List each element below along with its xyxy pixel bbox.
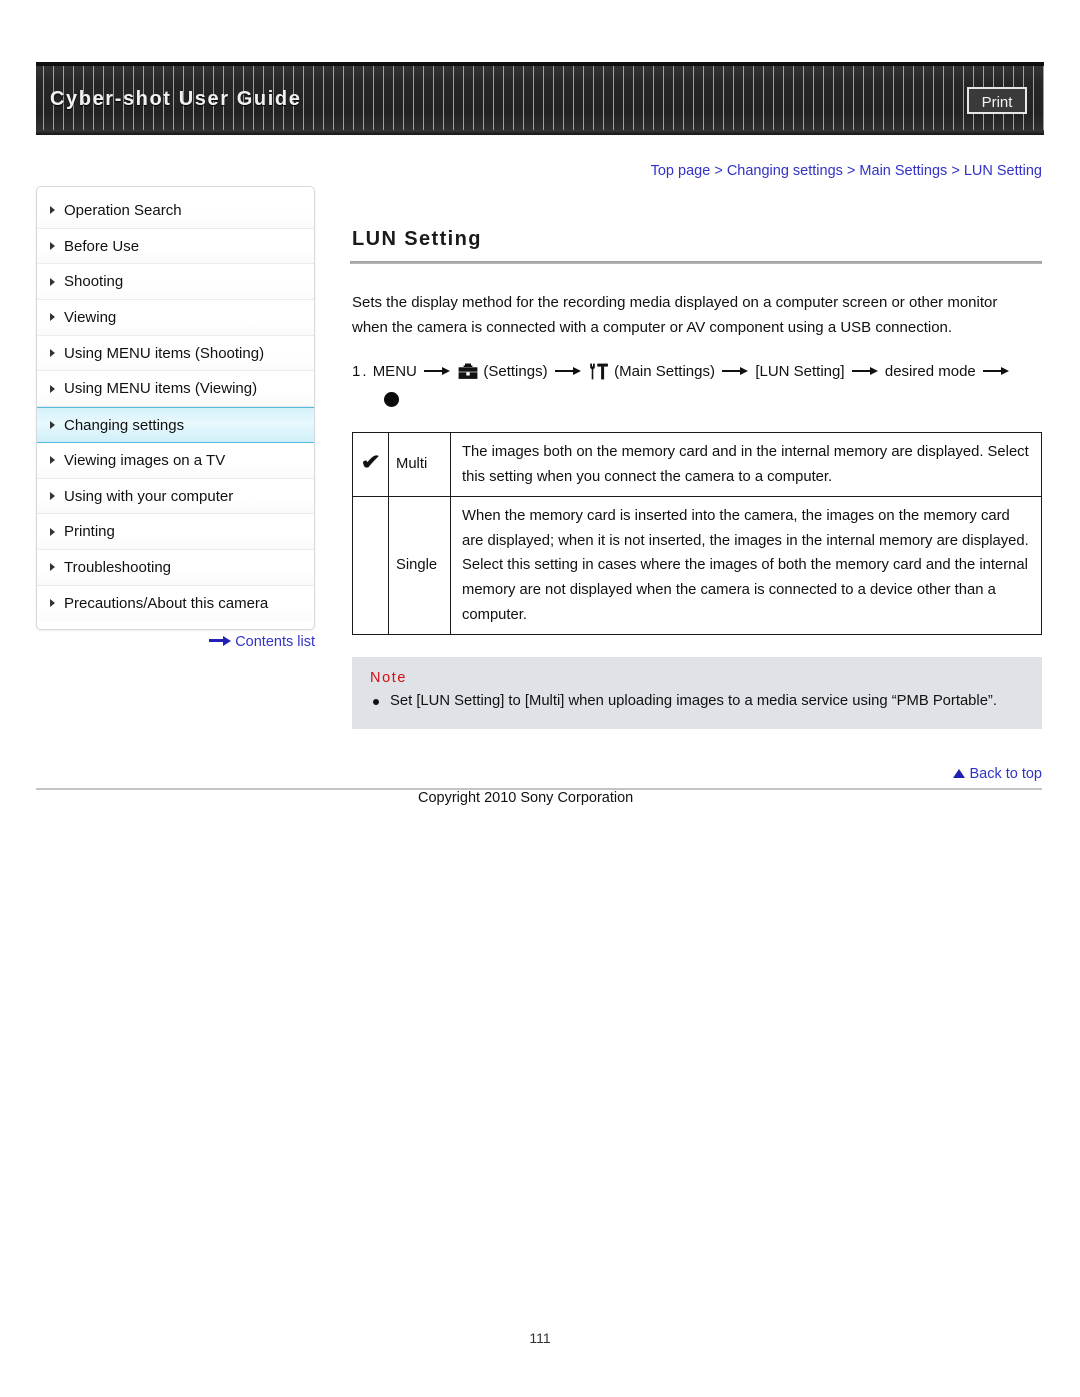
triangle-bullet-icon [50, 420, 55, 429]
toolbox-icon [458, 362, 478, 390]
sidebar-item-using-with-your-computer[interactable]: Using with your computer [37, 478, 314, 515]
table-row: ✔ Multi The images both on the memory ca… [352, 431, 1042, 498]
checkmark-icon: ✔ [360, 450, 381, 474]
intro-paragraph: Sets the display method for the recordin… [352, 294, 998, 336]
breadcrumb-separator: > [846, 163, 856, 179]
copyright-text: Copyright 2010 Sony Corporation [418, 790, 634, 806]
sidebar-item-changing-settings[interactable]: Changing settings [37, 407, 314, 443]
note-title: Note [370, 670, 408, 687]
right-arrow-icon [722, 365, 749, 377]
triangle-bullet-icon [50, 527, 55, 536]
sidebar-item-before-use[interactable]: Before Use [37, 228, 314, 265]
desired-mode-label: desired mode [884, 363, 976, 380]
sidebar-item-label: Using with your computer [64, 487, 234, 505]
step-end-row [384, 390, 1042, 412]
breadcrumb: Top page > Changing settings > Main Sett… [350, 163, 1042, 179]
breadcrumb-item-changing-settings[interactable]: Changing settings [727, 163, 843, 179]
triangle-bullet-icon [50, 349, 55, 358]
back-to-top-label: Back to top [969, 766, 1042, 782]
right-arrow-icon [982, 365, 1009, 377]
sidebar-item-viewing-images-on-a-tv[interactable]: Viewing images on a TV [37, 442, 314, 479]
main-settings-label: (Main Settings) [614, 363, 715, 380]
sidebar-item-label: Precautions/About this camera [64, 594, 269, 612]
print-button[interactable]: Print [967, 87, 1027, 114]
header-banner: Cyber-shot User Guide Print [36, 62, 1044, 135]
option-name: Multi [388, 431, 451, 498]
triangle-bullet-icon [50, 563, 55, 572]
note-box: Note Set [LUN Setting] to [Multi] when u… [352, 657, 1042, 730]
settings-label: (Settings) [483, 363, 548, 380]
triangle-bullet-icon [50, 277, 55, 286]
triangle-bullet-icon [50, 491, 55, 500]
sidebar-item-label: Viewing [64, 309, 117, 327]
main-content: LUN Setting Sets the display method for … [350, 228, 1042, 730]
sidebar-item-using-menu-items-shooting[interactable]: Using MENU items (Shooting) [37, 335, 314, 372]
sidebar-item-label: Viewing images on a TV [64, 451, 226, 469]
right-arrow-icon [424, 365, 451, 377]
breadcrumb-separator: > [951, 163, 960, 179]
sidebar-item-label: Using MENU items (Shooting) [64, 344, 265, 362]
sidebar-item-label: Operation Search [64, 202, 182, 219]
sidebar-item-troubleshooting[interactable]: Troubleshooting [37, 549, 314, 586]
note-list: Set [LUN Setting] to [Multi] when upload… [368, 690, 1026, 713]
breadcrumb-item-top-page[interactable]: Top page [651, 163, 711, 179]
wrench-screwdriver-icon [589, 362, 609, 390]
right-arrow-icon [851, 365, 878, 377]
triangle-bullet-icon [50, 242, 55, 251]
sidebar-item-label: Troubleshooting [64, 558, 172, 576]
table-row: Single When the memory card is inserted … [352, 496, 1042, 636]
sidebar-item-viewing[interactable]: Viewing [37, 300, 314, 336]
guide-title: Cyber-shot User Guide [50, 88, 302, 110]
sidebar-item-precautions-about-this-camera[interactable]: Precautions/About this camera [37, 585, 314, 622]
page-title: LUN Setting [352, 228, 482, 250]
default-check-cell: ✔ [352, 431, 389, 498]
filled-circle-icon [384, 392, 399, 407]
triangle-bullet-icon [50, 206, 55, 215]
heading-divider [350, 261, 1042, 264]
triangle-bullet-icon [50, 456, 55, 465]
step-number: 1. [352, 363, 369, 380]
triangle-bullet-icon [50, 384, 55, 393]
sidebar-item-using-menu-items-viewing[interactable]: Using MENU items (Viewing) [37, 371, 314, 408]
sidebar-item-shooting[interactable]: Shooting [37, 264, 314, 301]
option-name: Single [388, 496, 451, 636]
lun-setting-label: [LUN Setting] [755, 363, 845, 380]
triangle-bullet-icon [50, 599, 55, 608]
sidebar-item-label: Using MENU items (Viewing) [64, 380, 258, 398]
contents-list-link[interactable]: Contents list [36, 634, 316, 650]
sidebar-item-operation-search[interactable]: Operation Search [37, 193, 314, 229]
sidebar-nav: Operation Search Before Use Shooting Vie… [36, 186, 315, 631]
contents-list-label: Contents list [235, 634, 315, 650]
default-check-cell [352, 496, 389, 636]
list-item: Set [LUN Setting] to [Multi] when upload… [368, 690, 1026, 713]
breadcrumb-item-lun-setting[interactable]: LUN Setting [964, 163, 1042, 179]
sidebar-item-label: Changing settings [64, 417, 185, 435]
option-description: When the memory card is inserted into th… [450, 496, 1042, 636]
options-table: ✔ Multi The images both on the memory ca… [352, 431, 1042, 636]
step-menu-label: MENU [372, 363, 417, 380]
right-arrow-icon [554, 365, 581, 377]
step-instruction: 1. MENU (Settings) (Main Settings) [LUN … [352, 358, 1042, 412]
breadcrumb-separator: > [714, 163, 723, 179]
back-to-top-link[interactable]: Back to top [350, 766, 1042, 782]
breadcrumb-item-main-settings[interactable]: Main Settings [859, 163, 947, 179]
right-arrow-icon [209, 635, 232, 646]
triangle-bullet-icon [50, 313, 55, 322]
sidebar-item-label: Printing [64, 523, 115, 541]
sidebar-item-label: Before Use [64, 237, 140, 255]
sidebar-item-label: Shooting [64, 273, 124, 291]
option-description: The images both on the memory card and i… [450, 431, 1042, 498]
sidebar-item-printing[interactable]: Printing [37, 514, 314, 550]
triangle-up-icon [953, 769, 966, 778]
page-number: 111 [529, 1330, 551, 1346]
